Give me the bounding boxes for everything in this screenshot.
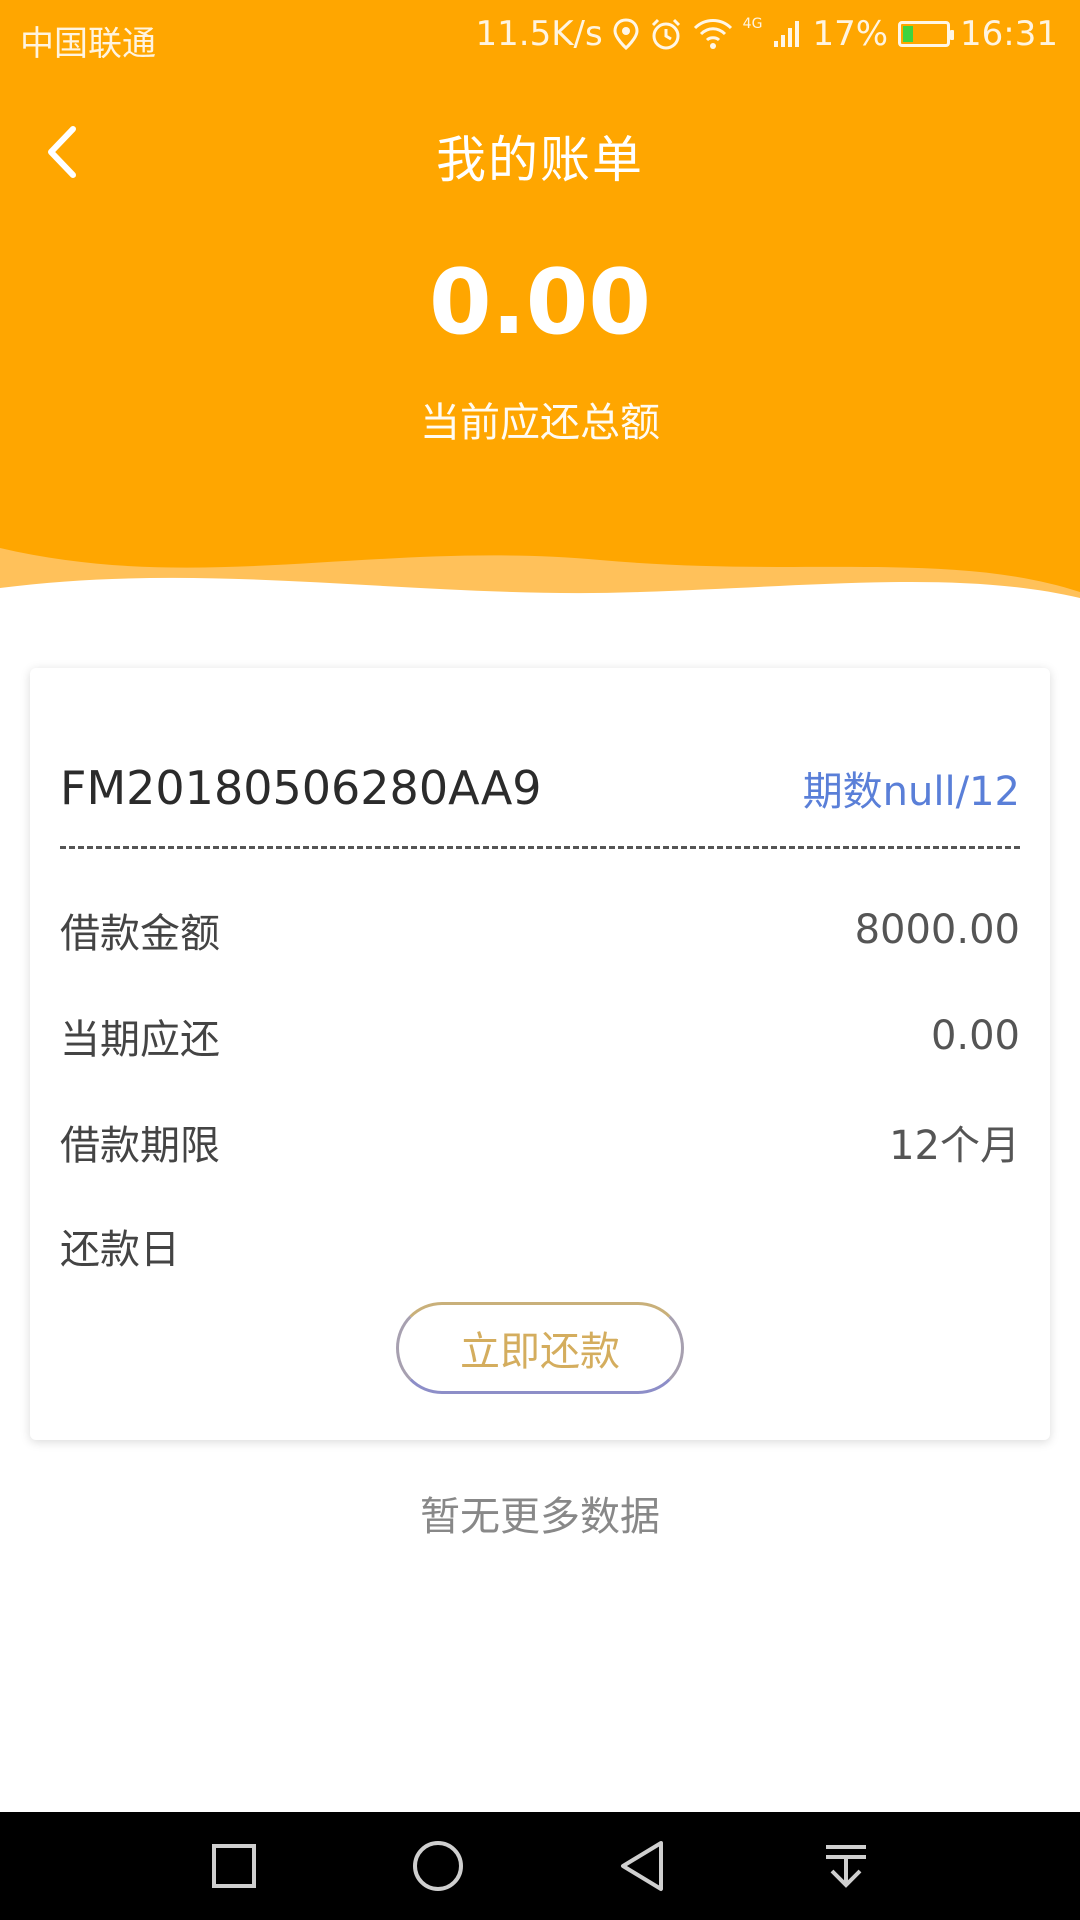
row-label: 当期应还 <box>60 1017 220 1063</box>
total-amount-label: 当前应还总额 <box>420 400 660 446</box>
navigation-bar <box>0 1812 1080 1920</box>
loan-id: FM20180506280AA9 <box>60 761 542 815</box>
back-icon <box>621 1841 663 1891</box>
recent-apps-button[interactable] <box>202 1834 266 1898</box>
screen: 中国联通 11.5K/s 4G 17% 16:31 我的账单 0.00 当前应还… <box>0 0 1080 1920</box>
row-value: 0.00 <box>930 1013 1020 1059</box>
pay-now-button[interactable]: 立即还款 <box>396 1302 684 1394</box>
home-icon <box>413 1841 463 1891</box>
row-loan-term: 借款期限 12个月 <box>60 1112 1020 1172</box>
bill-card-header: FM20180506280AA9 期数null/12 <box>60 758 1020 818</box>
status-bar: 中国联通 11.5K/s 4G 17% 16:31 <box>0 0 1080 74</box>
row-label: 借款金额 <box>60 911 220 957</box>
alarm-icon <box>651 18 680 50</box>
row-current-due: 当期应还 0.00 <box>60 1006 1020 1066</box>
page-title: 我的账单 <box>436 131 644 189</box>
battery-percent: 17% <box>812 14 889 54</box>
location-icon <box>613 18 639 50</box>
back-nav-button[interactable] <box>610 1834 674 1898</box>
recent-apps-icon <box>212 1844 256 1888</box>
bill-card: FM20180506280AA9 期数null/12 借款金额 8000.00 … <box>30 668 1050 1440</box>
row-value: 12个月 <box>889 1123 1020 1169</box>
signal-icon <box>774 21 800 47</box>
notification-pull-button[interactable] <box>814 1834 878 1898</box>
row-label: 还款日 <box>60 1227 180 1273</box>
notification-pull-icon <box>826 1845 866 1888</box>
no-more-data-text: 暂无更多数据 <box>420 1494 660 1540</box>
clock: 16:31 <box>960 14 1058 54</box>
status-icons: 11.5K/s 4G 17% 16:31 <box>476 14 1059 54</box>
wifi-icon <box>693 19 732 49</box>
dashed-divider <box>60 846 1020 849</box>
row-loan-amount: 借款金额 8000.00 <box>60 900 1020 960</box>
network-speed: 11.5K/s <box>475 14 603 54</box>
total-amount: 0.00 <box>428 250 652 355</box>
header-wave <box>0 548 1080 620</box>
network-type: 4G <box>742 16 763 32</box>
battery-icon <box>898 21 955 47</box>
period-count: 期数null/12 <box>802 769 1020 815</box>
row-label: 借款期限 <box>60 1123 220 1169</box>
carrier-name: 中国联通 <box>20 24 156 64</box>
row-repayment-day: 还款日 <box>60 1216 1020 1276</box>
row-value: 8000.00 <box>854 907 1020 953</box>
home-button[interactable] <box>406 1834 470 1898</box>
